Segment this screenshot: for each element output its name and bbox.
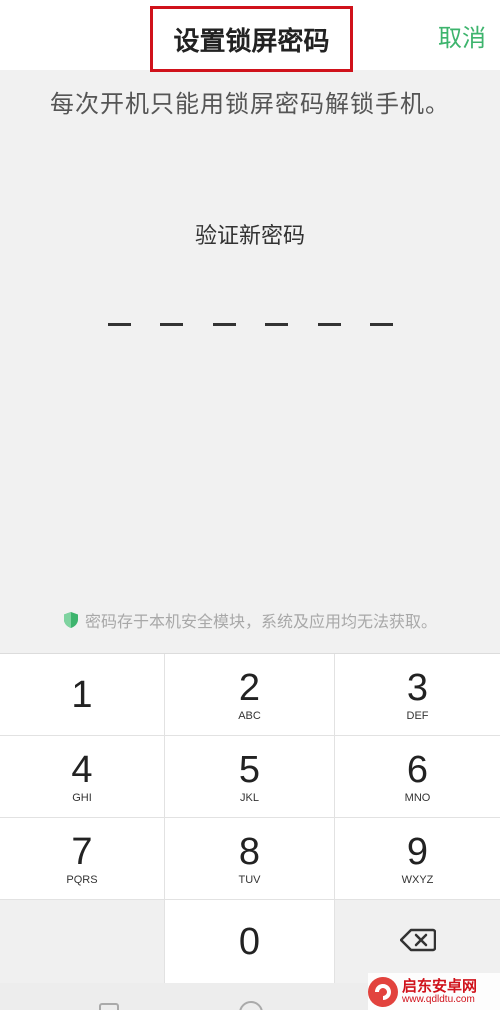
key-digit: 8 xyxy=(238,830,261,873)
watermark: 启东安卓网 www.qdldtu.com xyxy=(368,973,500,1010)
key-digit: 4 xyxy=(71,748,93,791)
key-letters: PQRS xyxy=(66,873,98,886)
watermark-logo-icon xyxy=(368,976,398,1007)
key-letters: WXYZ xyxy=(401,873,434,886)
key-letters: JKL xyxy=(240,791,259,804)
watermark-url: www.qdldtu.com xyxy=(402,993,475,1005)
key-letters: MNO xyxy=(404,791,431,804)
key-digit: 1 xyxy=(71,673,93,716)
backspace-icon xyxy=(399,928,436,956)
pin-slot xyxy=(369,323,393,326)
watermark-name: 启东安卓网 xyxy=(402,976,478,995)
key-letters: DEF xyxy=(406,709,429,722)
key-7[interactable]: 7 PQRS xyxy=(0,818,165,900)
pin-slot xyxy=(160,323,184,326)
key-9[interactable]: 9 WXYZ xyxy=(335,818,500,900)
pin-slot xyxy=(317,323,341,326)
pin-slot xyxy=(108,323,131,326)
key-digit: 7 xyxy=(71,830,93,873)
key-letters: TUV xyxy=(238,873,261,886)
key-letters: ABC xyxy=(238,709,261,722)
key-1[interactable]: 1 xyxy=(0,654,165,736)
key-5[interactable]: 5 JKL xyxy=(165,736,335,818)
key-2[interactable]: 2 ABC xyxy=(165,654,335,736)
page-title: 设置锁屏密码 xyxy=(150,6,353,72)
key-digit: 5 xyxy=(238,748,261,791)
key-6[interactable]: 6 MNO xyxy=(335,736,500,818)
key-3[interactable]: 3 DEF xyxy=(335,654,500,736)
recent-apps-icon[interactable] xyxy=(99,1003,119,1010)
numeric-keypad: 1 2 ABC 3 DEF 4 GHI 5 JKL 6 MNO 7 PQRS 8… xyxy=(0,653,500,984)
delete-button[interactable] xyxy=(335,900,500,984)
pin-input[interactable] xyxy=(108,323,393,327)
key-8[interactable]: 8 TUV xyxy=(165,818,335,900)
verify-new-password-label: 验证新密码 xyxy=(194,224,305,249)
security-note: 密码存于本机安全模块，系统及应用均无法获取。 xyxy=(0,608,500,632)
key-digit: 0 xyxy=(238,921,261,963)
top-bar: 设置锁屏密码 取消 xyxy=(0,0,500,72)
key-digit: 3 xyxy=(406,666,429,709)
key-digit: 9 xyxy=(406,830,429,873)
shield-icon xyxy=(63,611,79,629)
key-4[interactable]: 4 GHI xyxy=(0,736,165,818)
key-digit: 6 xyxy=(406,748,429,791)
key-digit: 2 xyxy=(238,666,261,709)
cancel-button[interactable]: 取消 xyxy=(438,18,486,53)
pin-slot xyxy=(265,323,289,326)
pin-slot xyxy=(212,323,236,326)
key-0[interactable]: 0 xyxy=(165,900,335,984)
home-icon[interactable] xyxy=(239,1001,263,1010)
unlock-hint: 每次开机只能用锁屏密码解锁手机。 xyxy=(50,90,450,118)
key-letters: GHI xyxy=(72,791,92,804)
security-note-text: 密码存于本机安全模块，系统及应用均无法获取。 xyxy=(84,612,437,631)
key-blank xyxy=(0,900,165,984)
